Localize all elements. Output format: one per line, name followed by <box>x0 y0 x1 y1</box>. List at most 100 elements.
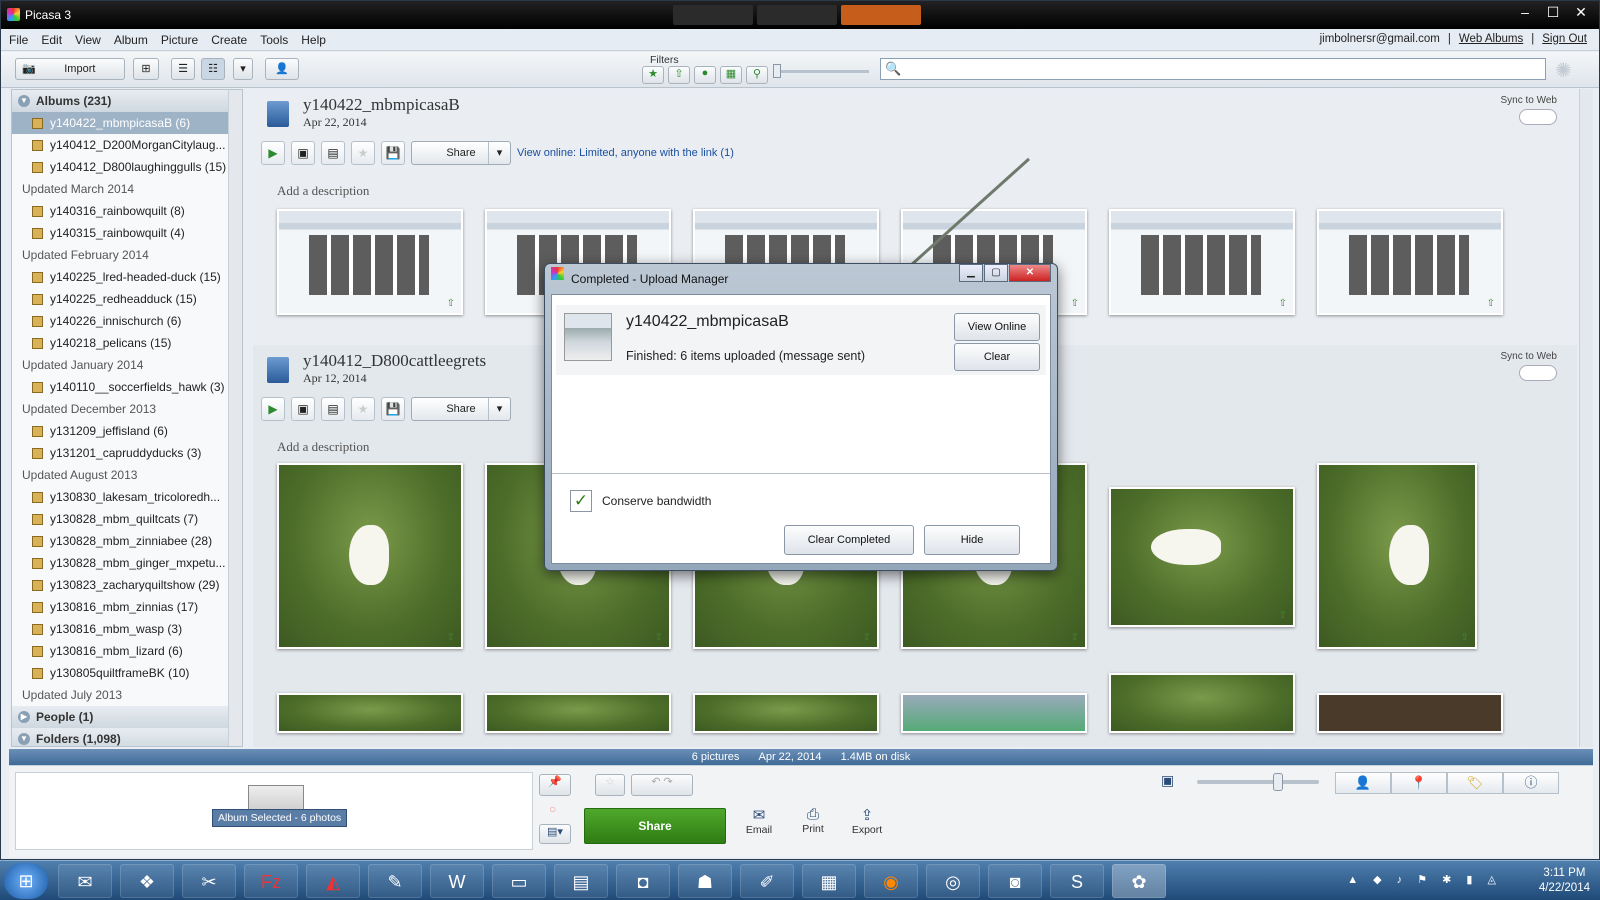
geotag-filter-icon[interactable]: ⚲ <box>746 66 768 84</box>
search-box[interactable]: 🔍 <box>880 58 1546 80</box>
albums-section-header[interactable]: ▼ Albums (231) <box>12 90 242 112</box>
dialog-minimize-button[interactable]: ▁ <box>959 264 983 282</box>
word-taskbar-icon[interactable]: W <box>430 864 484 898</box>
view-online-link[interactable]: View online: Limited, anyone with the li… <box>517 147 734 159</box>
slider-handle[interactable] <box>1273 773 1283 791</box>
sidebar-album-item[interactable]: y130828_mbm_quiltcats (7) <box>12 508 242 530</box>
sidebar-album-item[interactable]: y140225_redheadduck (15) <box>12 288 242 310</box>
picasa-taskbar-icon[interactable]: ✿ <box>1112 864 1166 898</box>
mode-tab-manage[interactable] <box>673 5 753 25</box>
view-online-button[interactable]: View Online <box>954 313 1040 341</box>
sidebar-album-item[interactable]: y140315_rainbowquilt (4) <box>12 222 242 244</box>
menu-help[interactable]: Help <box>301 33 326 47</box>
collage-icon[interactable]: ▣ <box>291 141 315 165</box>
sidebar-album-item[interactable]: y140316_rainbowquilt (8) <box>12 200 242 222</box>
save-icon[interactable]: 💾 <box>381 397 405 421</box>
people-button[interactable]: 👤 <box>265 58 299 80</box>
add-to-album-button[interactable]: ⊞ <box>133 58 159 80</box>
album-share-button[interactable]: Share ▾ <box>411 397 511 421</box>
play-slideshow-icon[interactable]: ▶ <box>261 141 285 165</box>
export-button[interactable]: ⇪ Export <box>847 806 887 836</box>
web-albums-link[interactable]: Web Albums <box>1459 33 1523 45</box>
egret-photo[interactable] <box>277 693 463 733</box>
dialog-close-button[interactable]: ✕ <box>1009 264 1051 282</box>
sidebar-album-item[interactable]: y130816_mbm_lizard (6) <box>12 640 242 662</box>
menu-create[interactable]: Create <box>211 33 247 47</box>
sidebar-album-item[interactable]: y130816_mbm_zinnias (17) <box>12 596 242 618</box>
photo-thumbnail[interactable]: ⇧ <box>1317 209 1503 315</box>
sidebar-album-item[interactable]: y130830_lakesam_tricoloredh... <box>12 486 242 508</box>
sync-toggle[interactable] <box>1519 365 1557 381</box>
view-dropdown-button[interactable]: ▾ <box>233 58 253 80</box>
sidebar-album-item[interactable]: y131209_jeffisland (6) <box>12 420 242 442</box>
mode-tab-edit[interactable] <box>841 5 921 25</box>
menu-view[interactable]: View <box>75 33 101 47</box>
sidebar-album-item[interactable]: y130805quiltframeBK (10) <box>12 662 242 684</box>
chrome-taskbar-icon[interactable]: ◎ <box>926 864 980 898</box>
outlook-taskbar-icon[interactable]: ✉ <box>58 864 112 898</box>
rotate-buttons[interactable]: ↶ ↷ <box>631 774 693 796</box>
egret-photo[interactable]: ⇧ <box>1317 463 1477 649</box>
sidebar-album-item[interactable]: y130828_mbm_zinniabee (28) <box>12 530 242 552</box>
menu-edit[interactable]: Edit <box>41 33 62 47</box>
photo-thumbnail[interactable]: ⇧ <box>277 209 463 315</box>
editor-taskbar-icon[interactable]: ✐ <box>740 864 794 898</box>
egret-photo[interactable] <box>901 693 1087 733</box>
thumbnail-size-slider[interactable] <box>1197 773 1319 791</box>
info-icon[interactable]: ⓘ <box>1503 772 1559 794</box>
egret-photo[interactable]: ⇧ <box>1109 487 1295 627</box>
menu-album[interactable]: Album <box>114 33 148 47</box>
uploaded-filter-icon[interactable]: ⇧ <box>668 66 690 84</box>
sidebar-album-item[interactable]: y140412_D200MorganCitylaug... <box>12 134 242 156</box>
skype-taskbar-icon[interactable]: S <box>1050 864 1104 898</box>
menu-picture[interactable]: Picture <box>161 33 198 47</box>
sidebar-album-item[interactable]: y130816_mbm_wasp (3) <box>12 618 242 640</box>
star-icon[interactable]: ★ <box>351 397 375 421</box>
star-icon[interactable]: ★ <box>351 141 375 165</box>
print-button[interactable]: ⎙ Print <box>793 806 833 835</box>
explorer-taskbar-icon[interactable]: ▦ <box>802 864 856 898</box>
import-button[interactable]: 📷 Import <box>15 58 125 80</box>
acrobat-taskbar-icon[interactable]: ◭ <box>306 864 360 898</box>
maximize-button[interactable]: ☐ <box>1539 3 1567 23</box>
people-filter-icon[interactable]: ● <box>694 66 716 84</box>
share-dropdown-icon[interactable]: ▾ <box>488 142 510 164</box>
sync-toggle[interactable] <box>1519 109 1557 125</box>
video-filter-icon[interactable]: ▦ <box>720 66 742 84</box>
hide-button[interactable]: Hide <box>924 525 1020 555</box>
sidebar-album-item[interactable]: y130828_mbm_ginger_mxpetu... <box>12 552 242 574</box>
search-input[interactable] <box>903 61 1503 77</box>
sidebar-scrollbar[interactable] <box>228 90 242 746</box>
close-button[interactable]: ✕ <box>1567 3 1595 23</box>
start-button[interactable]: ⊞ <box>4 863 48 899</box>
sidebar-album-item[interactable]: y140412_D800laughinggulls (15) <box>12 156 242 178</box>
places-pin-icon[interactable]: 📍 <box>1391 772 1447 794</box>
collage-icon[interactable]: ▣ <box>291 397 315 421</box>
star-icon[interactable]: ☆ <box>595 774 625 796</box>
photo-app-taskbar-icon[interactable]: ☗ <box>678 864 732 898</box>
taskbar-clock[interactable]: 3:11 PM 4/22/2014 <box>1539 866 1590 896</box>
minimize-button[interactable]: – <box>1511 3 1539 23</box>
slider-handle[interactable] <box>773 64 781 78</box>
sidebar-album-item[interactable]: y140225_lred-headed-duck (15) <box>12 266 242 288</box>
folders-section-header[interactable]: ▼ Folders (1,098) <box>12 728 242 746</box>
movie-icon[interactable]: ▤ <box>321 397 345 421</box>
email-button[interactable]: ✉ Email <box>739 806 779 836</box>
remote-desktop-taskbar-icon[interactable]: ▭ <box>492 864 546 898</box>
album-description[interactable]: Add a description <box>277 439 369 455</box>
share-dropdown-icon[interactable]: ▾ <box>488 398 510 420</box>
sidebar-album-item[interactable]: y140422_mbmpicasaB (6) <box>12 112 242 134</box>
egret-photo[interactable] <box>1317 693 1503 733</box>
clear-tray-icon[interactable]: ○ <box>549 802 556 816</box>
camera-taskbar-icon[interactable]: ◙ <box>988 864 1042 898</box>
hold-pin-icon[interactable]: 📌 <box>539 774 571 796</box>
people-section-header[interactable]: ▶ People (1) <box>12 706 242 728</box>
sidebar-album-item[interactable]: y130823_zacharyquiltshow (29) <box>12 574 242 596</box>
date-filter-slider[interactable] <box>773 64 869 78</box>
sidebar-album-item[interactable]: y131201_capruddyducks (3) <box>12 442 242 464</box>
clear-button[interactable]: Clear <box>954 343 1040 371</box>
dialog-maximize-button[interactable]: ▢ <box>984 264 1008 282</box>
egret-photo[interactable] <box>485 693 671 733</box>
filezilla-taskbar-icon[interactable]: Fz <box>244 864 298 898</box>
dropbox-taskbar-icon[interactable]: ❖ <box>120 864 174 898</box>
